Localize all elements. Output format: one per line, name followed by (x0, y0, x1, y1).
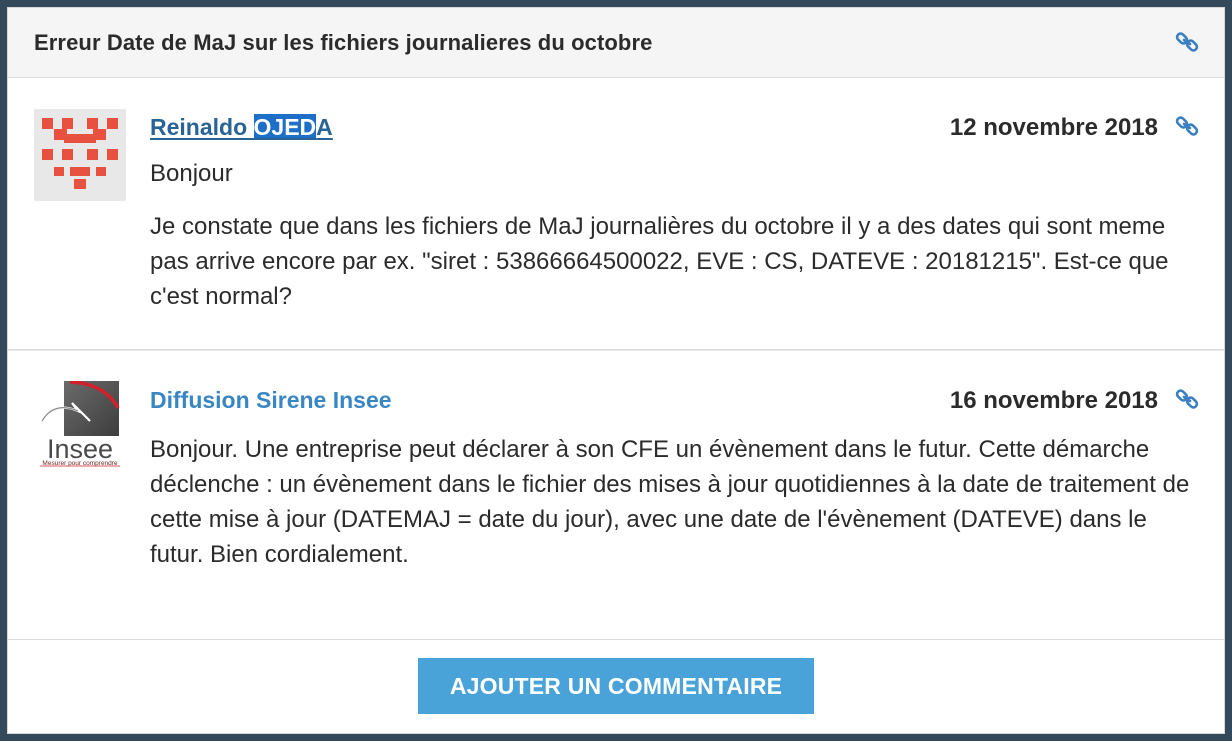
topic-title: Erreur Date de MaJ sur les fichiers jour… (34, 30, 653, 55)
discussion-panel: Erreur Date de MaJ sur les fichiers jour… (7, 7, 1225, 734)
permalink-icon[interactable] (1174, 29, 1200, 55)
comment: Reinaldo OJEDA 12 novembre 2018 Bonjour … (8, 78, 1224, 350)
logo-tagline: Mesurer pour comprendre (42, 460, 118, 467)
identicon-avatar (34, 109, 126, 201)
topic-header: Erreur Date de MaJ sur les fichiers jour… (8, 8, 1224, 78)
comment-body: Je constate que dans les fichiers de MaJ… (150, 213, 1169, 310)
insee-logo: Insee Mesurer pour comprendre (34, 380, 126, 473)
author-name-link[interactable]: Reinaldo OJEDA (150, 114, 333, 141)
comment-body: Bonjour. Une entreprise peut déclarer à … (150, 436, 1190, 568)
comment-greeting: Bonjour (150, 160, 233, 187)
comment-permalink-icon[interactable] (1174, 113, 1200, 139)
author-name-link[interactable]: Diffusion Sirene Insee (150, 387, 392, 414)
comment-date: 12 novembre 2018 (949, 114, 1158, 141)
selected-text: OJED (253, 114, 317, 140)
comment: Insee Mesurer pour comprendre Diffusion … (8, 350, 1224, 640)
add-comment-button[interactable]: AJOUTER UN COMMENTAIRE (418, 658, 814, 714)
comment-permalink-icon[interactable] (1174, 386, 1200, 412)
comment-footer: AJOUTER UN COMMENTAIRE (8, 640, 1224, 733)
comment-date: 16 novembre 2018 (949, 387, 1158, 414)
